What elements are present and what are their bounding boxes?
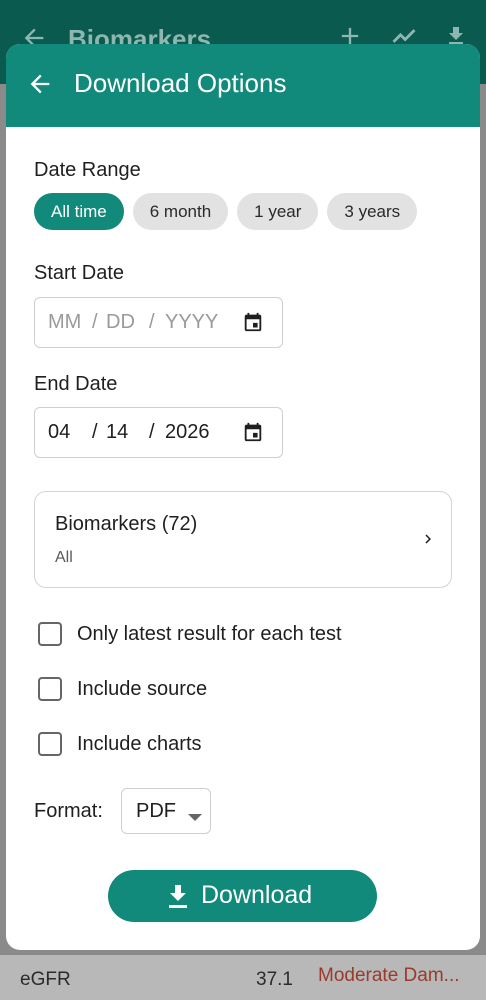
back-arrow-icon[interactable] [26,70,54,103]
start-year: YYYY [165,311,219,333]
include-charts-checkbox[interactable] [38,732,62,756]
option-latest-only[interactable]: Only latest result for each test [38,620,342,648]
end-date-field[interactable]: 04 / 14 / 2026 [34,407,283,458]
chip-3-years[interactable]: 3 years [327,193,418,230]
latest-only-checkbox[interactable] [38,622,62,646]
start-date-field[interactable]: MM / DD / YYYY [34,297,283,348]
format-value: PDF [136,800,176,822]
date-separator: / [92,421,98,443]
biomarker-value: 37.1 [256,969,293,990]
date-separator: / [92,311,98,333]
end-month: 04 [48,421,71,443]
include-source-checkbox[interactable] [38,677,62,701]
download-options-dialog: Download Options Date Range All time 6 m… [6,44,480,950]
biomarker-status: Moderate Dam... [318,965,460,986]
biomarkers-selector[interactable]: Biomarkers (72) All [34,491,452,588]
biomarkers-selection: All [55,549,73,566]
include-source-label: Include source [77,677,208,700]
end-year: 2026 [165,421,210,443]
start-day: DD [106,311,135,333]
background-list-item: eGFR 37.1 Moderate Dam... [0,955,486,1000]
format-label: Format: [34,800,103,822]
calendar-icon[interactable] [242,421,264,448]
end-day: 14 [106,421,129,443]
date-separator: / [149,311,155,333]
biomarker-name: eGFR [20,969,71,990]
download-label: Download [201,881,313,909]
start-date-label: Start Date [34,262,125,284]
start-month: MM [48,311,82,333]
biomarkers-count: Biomarkers (72) [55,513,198,535]
option-include-source[interactable]: Include source [38,675,207,703]
download-icon [167,885,189,914]
date-range-chips: All time 6 month 1 year 3 years [34,193,418,230]
end-date-label: End Date [34,373,118,395]
chip-all-time[interactable]: All time [34,193,124,230]
option-include-charts[interactable]: Include charts [38,730,202,758]
chip-1-year[interactable]: 1 year [237,193,319,230]
date-separator: / [149,421,155,443]
dialog-title: Download Options [74,68,287,98]
format-select[interactable]: PDF [121,788,211,834]
dropdown-caret-icon [188,809,202,827]
dialog-header: Download Options [6,44,480,127]
latest-only-label: Only latest result for each test [77,622,342,645]
date-range-label: Date Range [34,159,141,181]
calendar-icon[interactable] [242,311,264,338]
download-button[interactable]: Download [108,870,377,922]
chip-6-month[interactable]: 6 month [132,193,229,230]
chevron-right-icon [419,530,437,553]
include-charts-label: Include charts [77,732,202,755]
